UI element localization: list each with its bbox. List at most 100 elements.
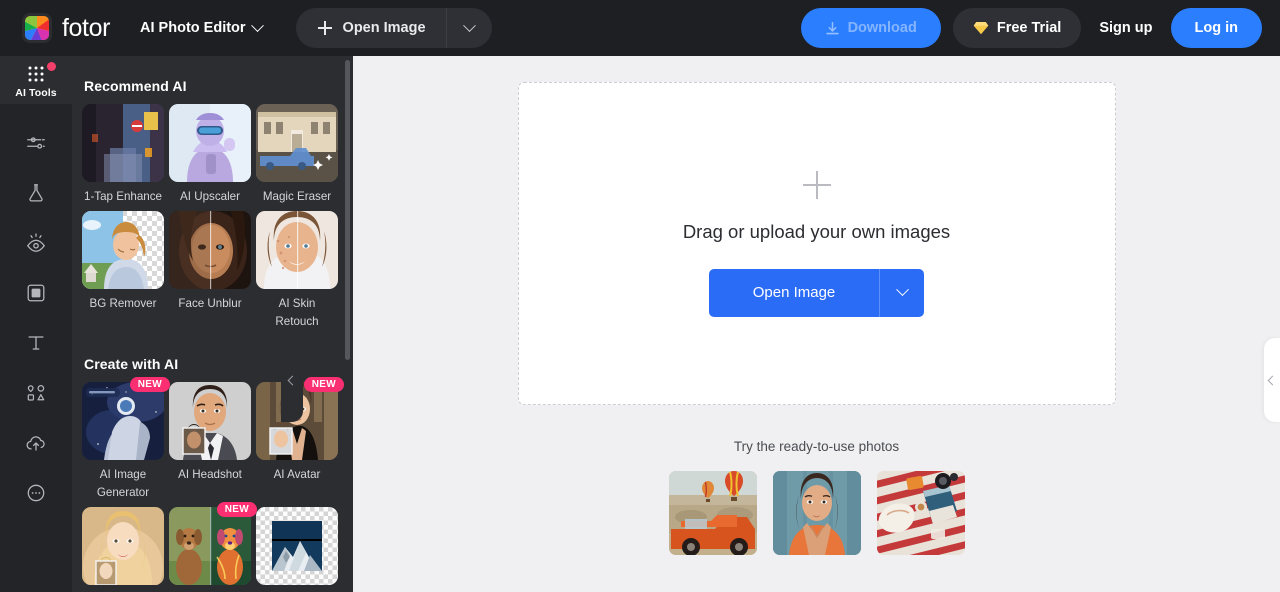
sidebar-item-elements[interactable] <box>0 368 72 418</box>
open-image-label: Open Image <box>752 284 836 301</box>
frame-icon <box>27 284 45 302</box>
new-badge: NEW <box>303 377 344 393</box>
brand-name: fotor <box>62 13 111 42</box>
thumbnail-skin-retouch-face <box>256 211 338 290</box>
tile-magic-eraser[interactable]: Magic Eraser <box>256 104 338 205</box>
app-header: fotor AI Photo Editor Open Image Downloa… <box>0 0 1280 56</box>
ai-tools-panel-scroll: Recommend AI 1-Tap Enhance AI Upscaler M… <box>72 56 353 592</box>
section-title-recommend-ai: Recommend AI <box>84 78 187 94</box>
sidebar-item-adjust[interactable] <box>0 118 72 168</box>
tile-label: BG Remover <box>89 297 157 311</box>
fotor-color-wheel-logo-icon <box>22 13 52 43</box>
notification-badge-icon <box>47 62 56 71</box>
tile-label: AI Avatar <box>273 468 321 482</box>
chevron-down-icon <box>250 18 264 32</box>
chevron-left-icon <box>1267 375 1277 385</box>
gem-icon <box>973 22 989 35</box>
more-dots-icon <box>27 484 45 502</box>
ready-photos-title: Try the ready-to-use photos <box>733 439 900 454</box>
tool-rail-icons <box>0 104 72 592</box>
tile-ai-upscaler[interactable]: AI Upscaler <box>169 104 251 205</box>
app-body: AI Tools Recommend AI 1-Tap Enhance AI U… <box>0 56 1280 592</box>
open-image-split-button[interactable]: Open Image <box>295 8 492 48</box>
open-image-label: Open Image <box>342 20 426 36</box>
thumbnail-face-blur-sharp <box>169 211 251 290</box>
editor-canvas: Drag or upload your own images Open Imag… <box>353 56 1280 592</box>
login-label: Log in <box>1194 20 1239 36</box>
sidebar-item-text[interactable] <box>0 318 72 368</box>
tile-blonde-woman[interactable] <box>82 506 164 591</box>
sidebar-item-frame[interactable] <box>0 268 72 318</box>
free-trial-button[interactable]: Free Trial <box>952 8 1082 48</box>
thumbnail-astronaut-horse-space <box>82 382 164 461</box>
sidebar-item-retouch[interactable] <box>0 218 72 268</box>
flask-icon <box>29 184 43 202</box>
tile-ai-image-generator[interactable]: NEW AI Image Generator <box>82 377 170 501</box>
tile-bg-remover[interactable]: BG Remover <box>82 211 164 330</box>
tile-mountain-transparent[interactable] <box>256 506 338 591</box>
new-badge: NEW <box>129 377 170 393</box>
ready-photo-balloons-orange-car[interactable] <box>668 471 757 555</box>
fotor-editor-app: fotor AI Photo Editor Open Image Downloa… <box>0 0 1280 592</box>
thumbnail-blonde-woman-portrait <box>82 506 164 585</box>
tile-1-tap-enhance[interactable]: 1-Tap Enhance <box>82 104 164 205</box>
open-image-dropdown-button[interactable] <box>445 8 492 48</box>
tile-label: 1-Tap Enhance <box>84 190 162 203</box>
thumbnail-dog-art-style <box>169 506 251 585</box>
tool-rail: AI Tools <box>0 56 72 592</box>
upload-dropzone[interactable]: Drag or upload your own images Open Imag… <box>517 82 1116 405</box>
ai-tools-panel: Recommend AI 1-Tap Enhance AI Upscaler M… <box>72 56 353 592</box>
new-badge: NEW <box>216 501 257 517</box>
download-label: Download <box>847 20 917 36</box>
ready-photo-woman-orange-top[interactable] <box>772 471 861 555</box>
chevron-down-icon <box>895 283 909 297</box>
panel-collapse-button[interactable] <box>281 338 303 422</box>
tile-label: AI Upscaler <box>180 190 240 203</box>
panel-scrollbar[interactable] <box>345 60 350 360</box>
adjust-sliders-icon <box>27 137 45 149</box>
sidebar-item-ai-tools[interactable]: AI Tools <box>0 56 72 104</box>
tile-label: Magic Eraser <box>262 190 332 203</box>
right-panel-collapse-button[interactable] <box>1264 338 1280 422</box>
tile-label: AI Headshot <box>178 468 242 482</box>
upload-cloud-icon <box>26 436 45 451</box>
tile-grid-recommend-ai: 1-Tap Enhance AI Upscaler Magic Eraser B… <box>82 104 338 336</box>
retouch-eye-icon <box>26 233 46 252</box>
sidebar-item-more[interactable] <box>0 468 72 518</box>
download-icon <box>825 21 839 34</box>
chevron-left-icon <box>287 375 297 385</box>
thumbnail-mountain-transparent <box>256 506 338 585</box>
editor-mode-switcher[interactable]: AI Photo Editor <box>140 18 264 36</box>
tile-ai-headshot[interactable]: AI Headshot <box>169 382 251 501</box>
login-button[interactable]: Log in <box>1170 8 1262 48</box>
thumbnail-street-before-after <box>82 104 164 182</box>
sidebar-item-effects[interactable] <box>0 168 72 218</box>
plus-icon <box>802 170 831 199</box>
open-image-dropdown-button-canvas[interactable] <box>879 268 925 317</box>
signup-button[interactable]: Sign up <box>1093 20 1158 36</box>
brand[interactable]: fotor <box>22 13 110 43</box>
tile-ai-skin-retouch[interactable]: AI Skin Retouch <box>256 211 338 330</box>
thumbnail-man-suit-headshot <box>169 382 251 461</box>
tile-label: AI Skin Retouch <box>275 297 319 328</box>
tile-label: Face Unblur <box>178 297 242 311</box>
thumbnail-snowboarder-portrait <box>169 104 251 182</box>
open-image-split-button-canvas[interactable]: Open Image <box>708 268 925 317</box>
grid-dots-icon <box>28 66 44 82</box>
elements-shapes-icon <box>27 385 45 401</box>
ready-photo-picnic-flatlay[interactable] <box>876 471 965 555</box>
chevron-down-icon <box>462 18 476 32</box>
text-icon <box>28 336 44 350</box>
plus-icon <box>317 21 332 35</box>
sidebar-item-label: AI Tools <box>15 87 57 99</box>
tile-dog-art-style[interactable]: NEW <box>169 501 257 591</box>
open-image-button-canvas[interactable]: Open Image <box>708 268 880 317</box>
dropzone-text: Drag or upload your own images <box>682 220 951 242</box>
open-image-button[interactable]: Open Image <box>296 8 446 48</box>
tile-label: AI Image Generator <box>96 468 150 499</box>
sidebar-item-upload[interactable] <box>0 418 72 468</box>
tile-face-unblur[interactable]: Face Unblur <box>169 211 251 330</box>
ready-photos-row <box>668 471 965 555</box>
header-actions: Download Free Trial Sign up Log in <box>800 8 1262 48</box>
download-button[interactable]: Download <box>800 8 941 48</box>
